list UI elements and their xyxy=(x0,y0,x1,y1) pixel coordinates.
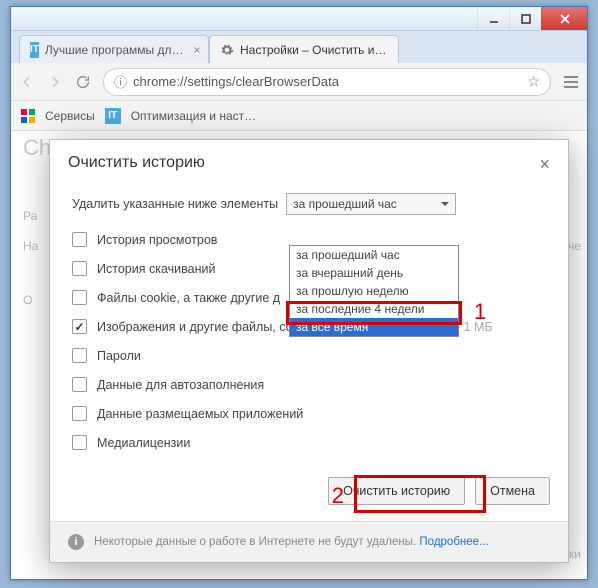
prompt-text: Удалить указанные ниже элементы xyxy=(72,197,278,211)
check-label: Пароли xyxy=(97,349,141,363)
tab-close-icon[interactable]: × xyxy=(194,43,201,57)
tab-label: Лучшие программы дл… xyxy=(45,43,184,57)
checkbox[interactable] xyxy=(72,348,87,363)
tab-0[interactable]: IT Лучшие программы дл… × xyxy=(19,35,209,63)
time-range-dropdown: за прошедший час за вчерашний день за пр… xyxy=(289,245,459,337)
minimize-button[interactable] xyxy=(477,7,509,30)
checkbox[interactable] xyxy=(72,232,87,247)
bg-text: О xyxy=(23,293,32,307)
dropdown-option[interactable]: за вчерашний день xyxy=(290,264,458,282)
gear-icon xyxy=(220,42,234,58)
check-label: Медиалицензии xyxy=(97,436,190,450)
bg-text: На xyxy=(23,239,38,253)
window-titlebar xyxy=(11,7,587,31)
check-row[interactable]: Данные для автозаполнения xyxy=(72,370,546,399)
learn-more-link[interactable]: Подробнее... xyxy=(419,536,488,548)
back-icon[interactable] xyxy=(19,74,35,90)
bg-heading: Ch xyxy=(23,135,51,161)
favicon-it-icon: IT xyxy=(105,108,121,124)
page-content: Ch Ра На и отче О тройки Очистить истори… xyxy=(11,131,587,579)
checkbox-checked[interactable] xyxy=(72,319,87,334)
browser-window: IT Лучшие программы дл… × Настройки – Оч… xyxy=(10,6,588,580)
apps-icon[interactable] xyxy=(21,109,35,123)
dropdown-option-selected[interactable]: за все время xyxy=(290,318,458,336)
bookmark-item[interactable]: Оптимизация и наст… xyxy=(131,109,256,123)
check-row[interactable]: Медиалицензии xyxy=(72,428,546,457)
checkbox[interactable] xyxy=(72,377,87,392)
menu-icon[interactable] xyxy=(563,74,579,90)
tab-1[interactable]: Настройки – Очистить и… × xyxy=(209,35,399,63)
dialog-title: Очистить историю xyxy=(68,154,205,175)
clear-history-dialog: Очистить историю × Удалить указанные ниж… xyxy=(49,139,569,563)
dialog-info-bar: i Некоторые данные о работе в Интернете … xyxy=(50,521,568,562)
check-row[interactable]: Пароли xyxy=(72,341,546,370)
select-value: за прошедший час xyxy=(293,197,397,211)
info-icon: i xyxy=(68,534,84,550)
dropdown-option[interactable]: за последние 4 недели xyxy=(290,300,458,318)
checkbox[interactable] xyxy=(72,261,87,276)
forward-icon[interactable] xyxy=(47,74,63,90)
check-row[interactable]: Данные размещаемых приложений xyxy=(72,399,546,428)
reload-icon[interactable] xyxy=(75,74,91,90)
dropdown-option[interactable]: за прошлую неделю xyxy=(290,282,458,300)
bg-text: Ра xyxy=(23,209,37,223)
bookmarks-apps-label[interactable]: Сервисы xyxy=(45,109,95,123)
check-label: Файлы cookie, а также другие д xyxy=(97,291,280,305)
clear-history-button[interactable]: Очистить историю xyxy=(328,477,465,505)
checkbox[interactable] xyxy=(72,406,87,421)
check-label: Данные для автозаполнения xyxy=(97,378,264,392)
cancel-button[interactable]: Отмена xyxy=(475,477,550,505)
address-bar[interactable]: ⓘ chrome://settings/clearBrowserData ☆ xyxy=(103,68,551,96)
check-label: Данные размещаемых приложений xyxy=(97,407,303,421)
check-label: История скачиваний xyxy=(97,262,215,276)
tab-label: Настройки – Очистить и… xyxy=(240,43,386,57)
dialog-footer: 2 Очистить историю Отмена xyxy=(50,469,568,521)
info-text: Некоторые данные о работе в Интернете не… xyxy=(94,536,416,548)
checkbox[interactable] xyxy=(72,290,87,305)
bookmarks-bar: Сервисы IT Оптимизация и наст… xyxy=(11,101,587,131)
bookmark-star-icon[interactable]: ☆ xyxy=(527,73,540,90)
tab-strip: IT Лучшие программы дл… × Настройки – Оч… xyxy=(11,31,587,63)
time-range-select[interactable]: за прошедший час xyxy=(286,193,456,215)
annotation-2: 2 xyxy=(332,483,344,509)
favicon-it-icon: IT xyxy=(30,42,39,58)
check-label: История просмотров xyxy=(97,233,217,247)
dialog-close-icon[interactable]: × xyxy=(539,154,550,175)
site-info-icon[interactable]: ⓘ xyxy=(114,72,127,91)
dropdown-option[interactable]: за прошедший час xyxy=(290,246,458,264)
nav-toolbar: ⓘ chrome://settings/clearBrowserData ☆ xyxy=(11,63,587,101)
checkbox[interactable] xyxy=(72,435,87,450)
window-close-button[interactable] xyxy=(541,7,587,30)
url-text: chrome://settings/clearBrowserData xyxy=(133,74,339,89)
tab-close-icon[interactable]: × xyxy=(396,43,399,57)
maximize-button[interactable] xyxy=(509,7,541,30)
annotation-1: 1 xyxy=(474,299,486,325)
